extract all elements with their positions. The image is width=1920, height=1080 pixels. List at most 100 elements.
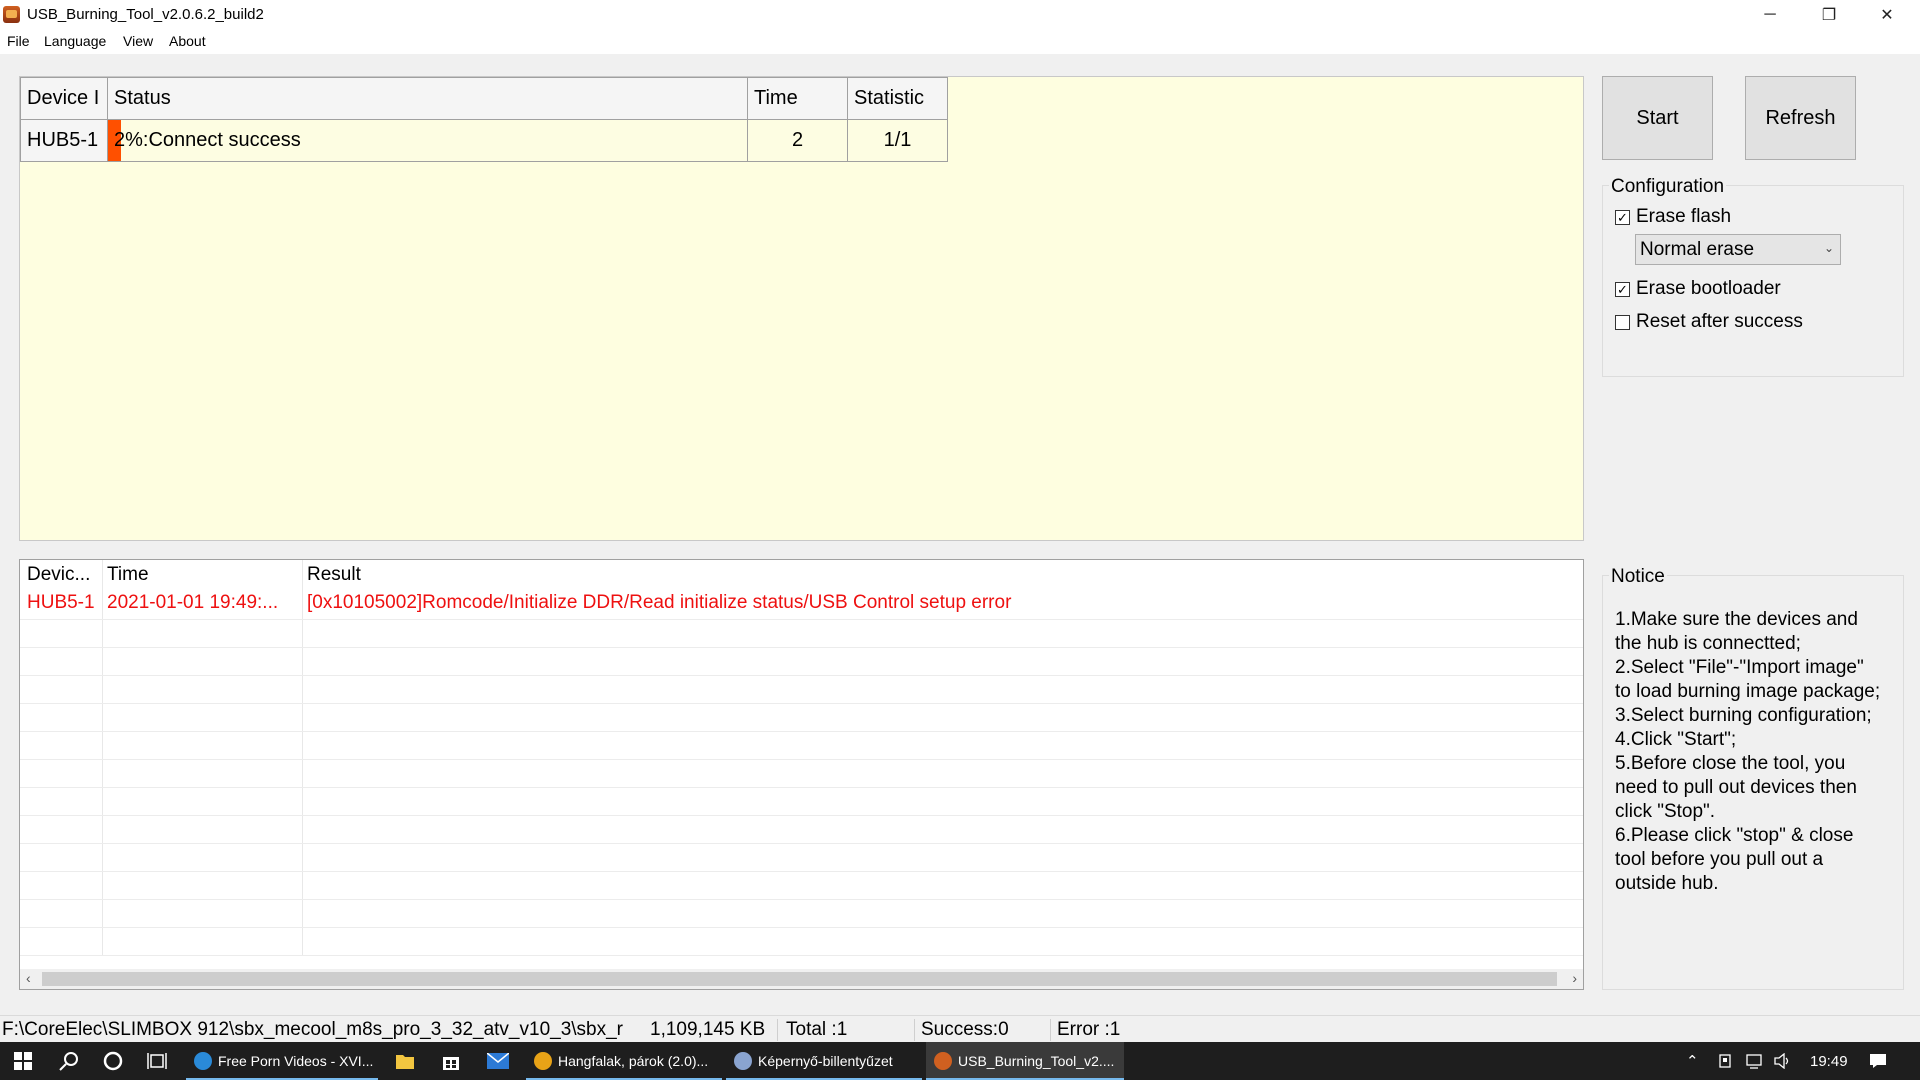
- menu-file[interactable]: File: [7, 33, 30, 49]
- notice-line: click "Stop".: [1615, 801, 1716, 822]
- scroll-thumb[interactable]: [42, 972, 1557, 986]
- app-icon: [3, 6, 20, 23]
- log-header-time[interactable]: Time: [107, 564, 149, 586]
- menu-bar: File Language View About: [0, 29, 1920, 54]
- erase-bootloader-checkbox[interactable]: ✓: [1615, 281, 1630, 297]
- search-icon[interactable]: [46, 1042, 92, 1080]
- image-path: F:\CoreElec\SLIMBOX 912\sbx_mecool_m8s_p…: [2, 1019, 624, 1040]
- device-row[interactable]: HUB5-1 2%:Connect success 2 1/1: [20, 119, 948, 162]
- erase-mode-value: Normal erase: [1640, 238, 1755, 260]
- device-icon[interactable]: [1717, 1042, 1733, 1080]
- log-header-device[interactable]: Devic...: [27, 564, 90, 586]
- row-gridline: [20, 927, 1583, 928]
- notification-icon[interactable]: [1869, 1042, 1887, 1080]
- erase-mode-select[interactable]: Normal erase ⌄: [1635, 234, 1841, 265]
- device-id-cell: HUB5-1: [20, 119, 108, 162]
- keyboard-icon: [734, 1052, 752, 1070]
- reset-after-success-option[interactable]: Reset after success: [1615, 311, 1803, 333]
- header-time[interactable]: Time: [747, 77, 848, 120]
- configuration-group: Configuration ✓ Erase flash Normal erase…: [1602, 176, 1904, 377]
- erase-bootloader-option[interactable]: ✓ Erase bootloader: [1615, 278, 1781, 300]
- reset-after-success-label: Reset after success: [1636, 311, 1803, 332]
- taskbar-app-edge[interactable]: Free Porn Videos - XVI...: [186, 1042, 378, 1080]
- log-header: Devic... Time Result: [20, 560, 1583, 588]
- file-explorer-icon[interactable]: [382, 1042, 428, 1080]
- notice-line: 3.Select burning configuration;: [1615, 705, 1872, 726]
- notice-line: 2.Select "File"-"Import image": [1615, 657, 1864, 678]
- status-bar: F:\CoreElec\SLIMBOX 912\sbx_mecool_m8s_p…: [0, 1015, 1920, 1042]
- notice-line: tool before you pull out a: [1615, 849, 1824, 870]
- scroll-left-icon[interactable]: ‹: [26, 970, 31, 986]
- mail-icon[interactable]: [475, 1042, 521, 1080]
- log-list[interactable]: Devic... Time Result HUB5-1 2021-01-01 1…: [19, 559, 1584, 990]
- reset-after-success-checkbox[interactable]: [1615, 314, 1630, 330]
- title-bar: USB_Burning_Tool_v2.0.6.2_build2 ─ ❐ ✕: [0, 0, 1920, 29]
- row-gridline: [20, 955, 1583, 956]
- close-button[interactable]: ✕: [1858, 0, 1916, 29]
- erase-flash-checkbox[interactable]: ✓: [1615, 209, 1630, 225]
- row-gridline: [20, 731, 1583, 732]
- configuration-title: Configuration: [1609, 176, 1727, 198]
- notice-line: 5.Before close the tool, you: [1615, 753, 1846, 774]
- notice-line: 1.Make sure the devices and: [1615, 609, 1858, 630]
- cortana-icon[interactable]: [90, 1042, 136, 1080]
- show-hidden-icons[interactable]: ⌃: [1686, 1042, 1699, 1080]
- store-icon[interactable]: [428, 1042, 474, 1080]
- erase-bootloader-label: Erase bootloader: [1636, 278, 1781, 299]
- status-cell: 2%:Connect success: [107, 119, 748, 162]
- taskbar-app-label: Hangfalak, párok (2.0)...: [558, 1053, 709, 1069]
- scroll-right-icon[interactable]: ›: [1572, 970, 1577, 986]
- taskbar-app-chrome[interactable]: Hangfalak, párok (2.0)...: [526, 1042, 722, 1080]
- header-device[interactable]: Device I: [20, 77, 108, 120]
- header-status[interactable]: Status: [107, 77, 748, 120]
- row-gridline: [20, 815, 1583, 816]
- taskbar: Free Porn Videos - XVI... Hangfalak, pár…: [0, 1042, 1920, 1080]
- image-size: 1,109,145 KB: [650, 1019, 766, 1040]
- refresh-button[interactable]: Refresh: [1745, 76, 1856, 160]
- log-device: HUB5-1: [27, 592, 95, 613]
- status-text: 2%:Connect success: [114, 129, 301, 151]
- task-view-icon[interactable]: [134, 1042, 180, 1080]
- menu-about[interactable]: About: [169, 33, 206, 49]
- minimize-button[interactable]: ─: [1741, 0, 1799, 29]
- taskbar-app-usb-tool[interactable]: USB_Burning_Tool_v2....: [926, 1042, 1124, 1080]
- network-icon[interactable]: [1746, 1042, 1764, 1080]
- error-count: Error :1: [1057, 1019, 1121, 1040]
- row-gridline: [20, 871, 1583, 872]
- start-button[interactable]: Start: [1602, 76, 1713, 160]
- maximize-button[interactable]: ❐: [1800, 0, 1858, 29]
- erase-flash-option[interactable]: ✓ Erase flash: [1615, 206, 1731, 228]
- row-gridline: [20, 759, 1583, 760]
- success-count: Success:0: [921, 1019, 1009, 1040]
- row-gridline: [20, 675, 1583, 676]
- status-divider: [777, 1019, 778, 1041]
- taskbar-app-keyboard[interactable]: Képernyő-billentyűzet: [726, 1042, 922, 1080]
- log-row[interactable]: HUB5-1 2021-01-01 19:49:... [0x10105002]…: [20, 592, 1583, 616]
- notice-line: need to pull out devices then: [1615, 777, 1857, 798]
- usb-tool-icon: [934, 1052, 952, 1070]
- taskbar-app-label: Free Porn Videos - XVI...: [218, 1053, 374, 1069]
- windows-start-icon[interactable]: [0, 1042, 46, 1080]
- notice-title: Notice: [1609, 566, 1667, 588]
- notice-line: 4.Click "Start";: [1615, 729, 1737, 750]
- chevron-down-icon: ⌄: [1823, 241, 1834, 255]
- log-time: 2021-01-01 19:49:...: [107, 592, 279, 613]
- horizontal-scrollbar[interactable]: ‹ ›: [20, 969, 1583, 989]
- statistic-cell: 1/1: [847, 119, 948, 162]
- header-statistic[interactable]: Statistic: [847, 77, 948, 120]
- log-result: [0x10105002]Romcode/Initialize DDR/Read …: [307, 592, 1012, 613]
- erase-flash-label: Erase flash: [1636, 206, 1732, 227]
- row-gridline: [20, 843, 1583, 844]
- row-gridline: [20, 899, 1583, 900]
- row-gridline: [20, 703, 1583, 704]
- status-divider: [1050, 1019, 1051, 1041]
- menu-view[interactable]: View: [123, 33, 153, 49]
- log-header-result[interactable]: Result: [307, 564, 361, 586]
- row-gridline: [20, 787, 1583, 788]
- clock[interactable]: 19:49: [1810, 1042, 1848, 1080]
- total-count: Total :1: [786, 1019, 848, 1040]
- volume-icon[interactable]: [1774, 1042, 1792, 1080]
- device-table: Device I Status Time Statistic HUB5-1 2%…: [20, 77, 948, 162]
- menu-language[interactable]: Language: [44, 33, 106, 49]
- row-gridline: [20, 647, 1583, 648]
